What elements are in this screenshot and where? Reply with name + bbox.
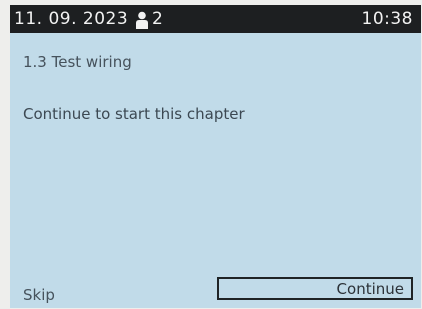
- chapter-title: 1.3 Test wiring: [23, 53, 132, 71]
- device-bezel: 11. 09. 2023 2 10:38 1.3 Test wiring Con…: [0, 0, 422, 309]
- display-screen: 11. 09. 2023 2 10:38 1.3 Test wiring Con…: [10, 5, 421, 308]
- status-date: 11. 09. 2023: [14, 9, 129, 29]
- status-bar: 11. 09. 2023 2 10:38: [10, 5, 421, 33]
- skip-button[interactable]: Skip: [23, 286, 55, 304]
- instruction-text: Continue to start this chapter: [23, 105, 245, 123]
- user-count: 2: [152, 9, 163, 29]
- user-icon: [135, 11, 149, 29]
- status-time: 10:38: [361, 9, 413, 29]
- continue-label: Continue: [336, 280, 404, 298]
- continue-button[interactable]: Continue: [217, 277, 413, 300]
